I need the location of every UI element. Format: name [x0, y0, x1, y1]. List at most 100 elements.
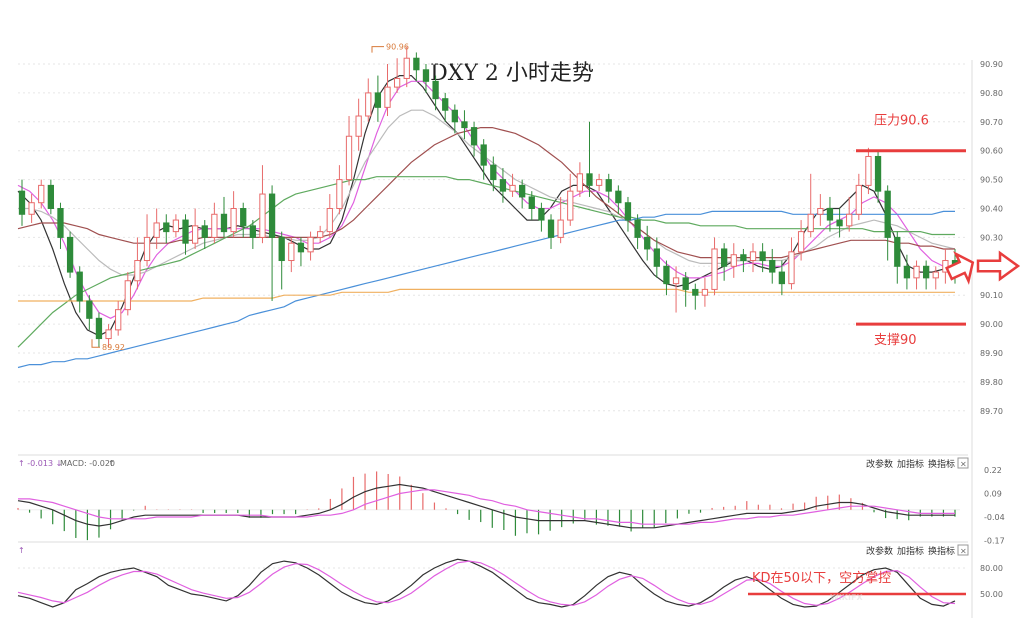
kd-annotation: KD在50以下，空方掌控 [752, 570, 891, 586]
macd-y-tick: 0.09 [984, 490, 1002, 499]
macd-button-2[interactable]: 换指标 [928, 458, 955, 470]
kd-close-icon: × [960, 547, 967, 556]
candle-body [701, 288, 709, 296]
candle-body [317, 231, 324, 238]
y-tick-label: 90.10 [980, 291, 1003, 300]
macd-y-tick: -0.04 [984, 513, 1005, 522]
candle-body [201, 225, 208, 238]
candle-body [374, 92, 382, 108]
candle-body [586, 173, 593, 186]
macd-y-tick: -0.17 [984, 537, 1005, 546]
macd-button-0[interactable]: 改参数 [866, 458, 893, 470]
candle-body [355, 115, 362, 137]
candle-body [788, 251, 795, 285]
candle-body [615, 190, 622, 204]
resistance-label: 压力90.6 [874, 114, 929, 129]
kd-button-2[interactable]: 换指标 [928, 545, 955, 557]
high-label: 90.96 [386, 43, 409, 52]
y-tick-label: 90.60 [980, 147, 1003, 156]
candle-body [644, 236, 651, 250]
candle-body [653, 248, 660, 267]
candle-body [826, 208, 834, 221]
candle-body [172, 219, 180, 233]
candle-body [874, 155, 882, 192]
y-tick-label: 90.70 [980, 118, 1003, 127]
candle-body [461, 121, 468, 129]
candle-body [913, 265, 920, 279]
candle-body [922, 265, 930, 279]
candle-body [28, 202, 35, 215]
candle-body [470, 127, 478, 146]
candle-body [47, 184, 55, 210]
candle-body [86, 300, 93, 319]
y-tick-label: 90.50 [980, 176, 1003, 185]
macd-header-arrow: ↑ [108, 459, 115, 468]
candle-body [547, 219, 555, 238]
candle-body [903, 265, 911, 279]
candle-body [278, 236, 285, 262]
candle-body [18, 190, 26, 215]
candle-body [95, 317, 103, 340]
candle-body [576, 173, 584, 192]
candle-body [682, 277, 689, 290]
candle-body [432, 80, 439, 100]
candle-body [711, 248, 718, 290]
kd-button-1[interactable]: 加指标 [897, 545, 924, 557]
chart-svg: 90.9090.8090.7090.6090.5090.4090.3090.20… [17, 43, 1021, 618]
kd-y-tick: 50.00 [980, 590, 1003, 599]
candle-body [749, 251, 757, 262]
candle-body [268, 193, 276, 238]
support-label: 支撑90 [874, 333, 917, 348]
candle-body [442, 98, 449, 111]
candle-body [480, 144, 487, 166]
candle-body [846, 213, 853, 227]
macd-button-1[interactable]: 加指标 [897, 458, 924, 470]
candle-body [865, 155, 872, 186]
candle-body [634, 219, 641, 238]
candle-body [519, 184, 526, 198]
candle-body [230, 208, 237, 233]
candle-body [855, 184, 862, 215]
candle-body [66, 236, 74, 273]
candle-body [288, 242, 295, 262]
candle-body [182, 219, 189, 244]
candle-body [692, 288, 699, 296]
candle-body [672, 277, 680, 285]
candle-body [605, 179, 612, 192]
candle-body [211, 213, 218, 238]
candle-body [365, 92, 372, 117]
candle-body [721, 248, 728, 267]
candle-body [57, 208, 64, 238]
candle-body [538, 208, 545, 221]
candle-body [884, 190, 891, 238]
candle-body [134, 260, 141, 282]
candle-body [797, 231, 805, 253]
candle-body [836, 219, 843, 227]
macd-close-icon: × [960, 460, 967, 469]
candle-body [778, 271, 786, 285]
candle-body [249, 225, 256, 238]
moving-average-line [17, 74, 956, 337]
y-tick-label: 89.70 [980, 407, 1003, 416]
candle-body [115, 309, 122, 331]
candle-body [451, 109, 458, 123]
candle-body [422, 69, 430, 82]
candle-body [769, 260, 776, 273]
arrow-icon [976, 250, 1021, 282]
candle-body [528, 196, 535, 210]
candle-body [297, 242, 305, 253]
macd-header-label: MACD: -0.020 [60, 459, 115, 468]
candle-body [393, 77, 401, 88]
candle-body [384, 86, 391, 108]
candle-body [345, 135, 353, 181]
candle-body [413, 57, 420, 71]
candle-body [817, 208, 824, 215]
candle-body [143, 236, 151, 262]
candle-body [932, 271, 939, 279]
candle-body [307, 236, 314, 253]
high-marker [371, 46, 384, 53]
kd-button-0[interactable]: 改参数 [866, 545, 893, 557]
arrow-icon [945, 251, 975, 285]
candle-body [76, 271, 83, 302]
candle-body [403, 57, 410, 79]
